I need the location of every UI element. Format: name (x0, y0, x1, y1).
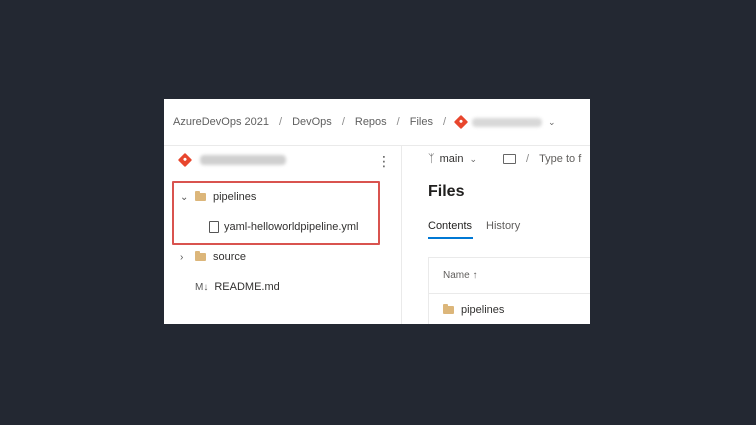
breadcrumb-separator: / (442, 116, 447, 128)
tab-history[interactable]: History (486, 220, 520, 232)
table-divider (429, 293, 590, 294)
git-repo-icon (453, 114, 469, 130)
breadcrumb-separator: / (396, 116, 400, 128)
table-row[interactable]: pipelines (443, 304, 504, 316)
breadcrumb-project[interactable]: DevOps (292, 116, 332, 128)
tree-item-readme[interactable]: M↓ README.md (195, 281, 280, 293)
chevron-down-icon[interactable]: ⌄ (469, 154, 477, 165)
tree-item-source[interactable]: › source (180, 251, 246, 263)
files-table: Name ↑ pipelines (428, 257, 590, 324)
repo-name-redacted[interactable] (472, 117, 543, 127)
breadcrumb-org[interactable]: AzureDevOps 2021 (173, 116, 269, 128)
repo-header[interactable] (177, 152, 286, 168)
markdown-icon: M↓ (195, 281, 209, 293)
folder-outline-icon (503, 154, 516, 164)
more-options-icon[interactable]: ⋮ (377, 153, 391, 170)
files-content-pane: ᛉ main ⌄ / Type to f Files Contents Hist… (402, 145, 590, 324)
tree-item-label: README.md (214, 281, 280, 293)
breadcrumb-files[interactable]: Files (410, 116, 433, 128)
path-separator: / (526, 153, 530, 165)
row-name: pipelines (461, 304, 505, 316)
chevron-down-icon[interactable]: ⌄ (548, 117, 556, 128)
tree-item-label: source (213, 251, 247, 263)
tab-contents[interactable]: Contents (428, 220, 472, 232)
active-tab-indicator (428, 237, 473, 239)
page-title: Files (428, 183, 465, 200)
folder-icon (443, 304, 454, 314)
chevron-right-icon[interactable]: › (180, 252, 195, 263)
breadcrumb-repos[interactable]: Repos (355, 116, 387, 128)
breadcrumb: AzureDevOps 2021 / DevOps / Repos / File… (164, 99, 590, 146)
breadcrumb-separator: / (279, 116, 283, 128)
repo-name-redacted (200, 155, 286, 165)
breadcrumb-separator: / (341, 116, 345, 128)
git-repo-icon (177, 152, 193, 168)
highlight-box (172, 181, 380, 245)
folder-icon (195, 251, 206, 261)
path-filter-input[interactable]: Type to f (539, 153, 581, 165)
branch-icon: ᛉ (428, 153, 435, 165)
branch-bar: ᛉ main ⌄ / Type to f (428, 153, 581, 165)
branch-selector[interactable]: main (440, 153, 464, 165)
name-column-header[interactable]: Name ↑ (443, 270, 477, 281)
